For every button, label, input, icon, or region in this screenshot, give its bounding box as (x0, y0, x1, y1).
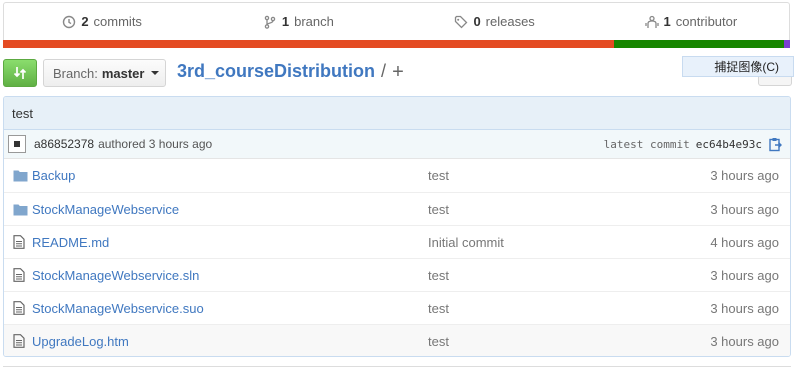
releases-label: releases (485, 14, 535, 29)
row-icon (4, 235, 32, 249)
file-icon (13, 334, 25, 348)
folder-icon (13, 204, 28, 215)
path-separator: / (381, 61, 387, 81)
table-row: UpgradeLog.htm test 3 hours ago (4, 324, 790, 356)
file-name-link[interactable]: StockManageWebservice.sln (32, 268, 428, 283)
commit-age: 3 hours ago (710, 267, 779, 283)
commit-authored-text: authored 3 hours ago (98, 137, 213, 151)
table-row: StockManageWebservice.sln test 3 hours ago (4, 258, 790, 291)
repo-name-link[interactable]: 3rd_courseDistribution (177, 61, 375, 82)
commit-age: 3 hours ago (710, 333, 779, 349)
commit-title[interactable]: test (4, 97, 790, 130)
commit-age: 4 hours ago (710, 234, 779, 250)
commit-age: 3 hours ago (710, 300, 779, 316)
language-bar[interactable] (3, 40, 790, 48)
commits-count: 2 (81, 14, 89, 29)
releases-link[interactable]: 0 releases (397, 3, 593, 40)
branch-icon (264, 15, 276, 29)
contributors-label: contributor (675, 14, 738, 29)
row-icon (4, 334, 32, 348)
commit-message-link[interactable]: test (428, 168, 670, 183)
file-name-link[interactable]: StockManageWebservice (32, 202, 428, 217)
file-icon (13, 301, 25, 315)
file-table: test a86852378 authored 3 hours ago late… (3, 96, 791, 357)
branch-select-label: Branch: (53, 65, 98, 81)
repo-summary: 2 commits 1 branch 0 releases 1 contribu… (3, 2, 790, 40)
file-name-link[interactable]: UpgradeLog.htm (32, 334, 428, 349)
commit-age: 3 hours ago (710, 201, 779, 217)
branches-link[interactable]: 1 branch (200, 3, 396, 40)
table-row: Backup test 3 hours ago (4, 159, 790, 192)
contributors-count: 1 (663, 14, 671, 29)
table-row: README.md Initial commit 4 hours ago (4, 225, 790, 258)
commit-message-link[interactable]: test (428, 301, 670, 316)
branches-count: 1 (281, 14, 290, 29)
language-bar-segment[interactable] (3, 40, 615, 48)
row-icon (4, 268, 32, 282)
contributors-link[interactable]: 1 contributor (593, 3, 789, 40)
row-icon (4, 203, 32, 216)
commit-message-link[interactable]: Initial commit (428, 235, 670, 250)
history-icon (63, 15, 76, 28)
commits-link[interactable]: 2 commits (4, 3, 200, 40)
breadcrumb: 3rd_courseDistribution / + (177, 61, 404, 82)
avatar[interactable] (8, 135, 26, 153)
table-row: StockManageWebservice test 3 hours ago (4, 192, 790, 225)
commit-age: 3 hours ago (710, 168, 779, 183)
file-list: Backup test 3 hours ago StockManageWebservi… (4, 159, 790, 356)
file-icon (13, 235, 25, 249)
tag-icon (455, 15, 468, 28)
clipboard-icon[interactable] (768, 137, 782, 152)
table-row: StockManageWebservice.suo test 3 hours ago (4, 291, 790, 324)
folder-icon (13, 170, 28, 182)
organization-icon (644, 15, 659, 28)
commits-label: commits (93, 14, 142, 29)
file-name-link[interactable]: README.md (32, 235, 428, 250)
file-icon (13, 268, 25, 282)
commit-message-link[interactable]: test (428, 334, 670, 349)
commit-meta: a86852378 authored 3 hours ago latest co… (4, 130, 790, 159)
new-file-button[interactable]: + (392, 62, 404, 82)
file-name-link[interactable]: Backup (32, 168, 428, 183)
chevron-down-icon (151, 71, 160, 75)
branch-select-value: master (101, 65, 145, 81)
language-bar-segment[interactable] (784, 40, 790, 48)
commit-sha-link[interactable]: ec64b4e93c (696, 138, 762, 151)
commit-message-link[interactable]: test (428, 202, 670, 217)
divider (3, 366, 791, 367)
compare-icon (13, 67, 27, 79)
commit-message-link[interactable]: test (428, 268, 670, 283)
branches-label: branch (294, 14, 334, 29)
latest-commit-label: latest commit (603, 137, 690, 151)
capture-image-tooltip[interactable]: 捕捉图像(C) (682, 56, 794, 77)
language-bar-segment[interactable] (614, 40, 785, 48)
compare-button[interactable] (3, 59, 37, 87)
row-icon (4, 169, 32, 182)
branch-select[interactable]: Branch: master (43, 59, 166, 87)
file-name-link[interactable]: StockManageWebservice.suo (32, 301, 428, 316)
releases-count: 0 (473, 14, 481, 29)
row-icon (4, 301, 32, 315)
commit-author[interactable]: a86852378 (34, 137, 94, 151)
